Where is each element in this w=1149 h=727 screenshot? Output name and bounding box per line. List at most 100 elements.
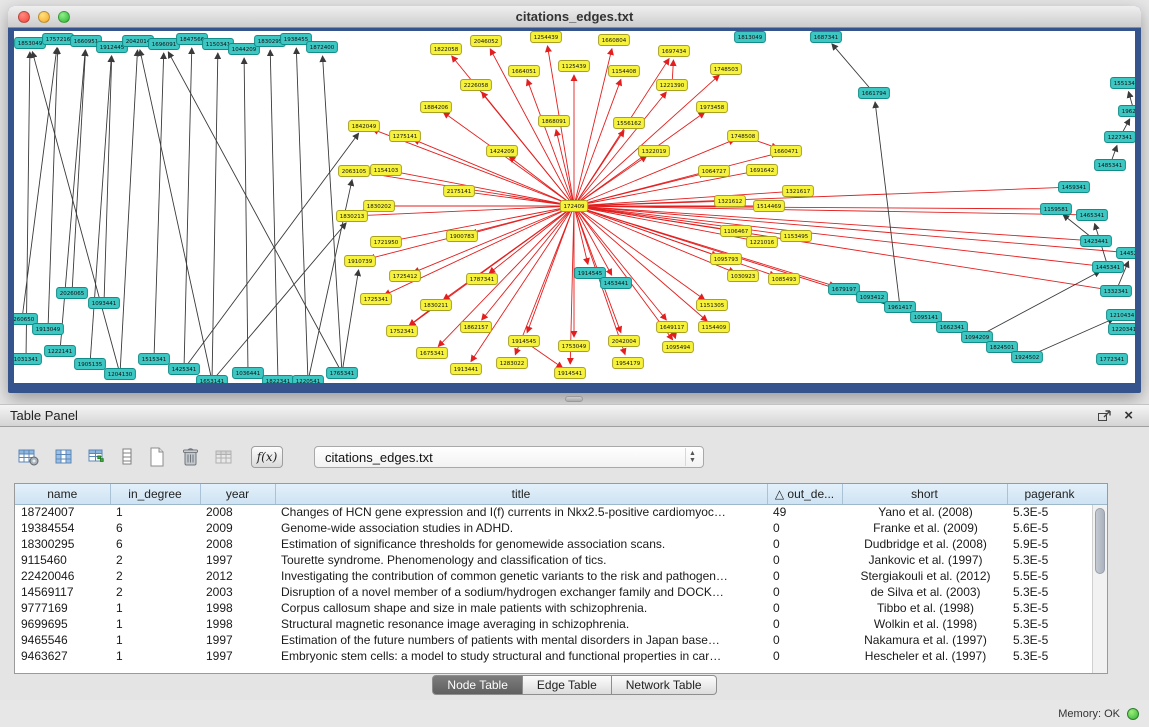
- add-column-button[interactable]: [86, 446, 108, 468]
- graph-node[interactable]: 1868091: [539, 116, 570, 127]
- graph-node[interactable]: 1095141: [911, 312, 942, 323]
- graph-node[interactable]: 1822058: [431, 44, 462, 55]
- table-row[interactable]: 946362711997Embryonic stem cells: a mode…: [15, 648, 1092, 664]
- graph-node[interactable]: 2063105: [339, 166, 370, 177]
- table-select-dropdown[interactable]: citations_edges.txt ▲▼: [314, 446, 704, 468]
- panel-splitter-handle[interactable]: [565, 396, 583, 402]
- table-row[interactable]: 946554611997Estimation of the future num…: [15, 632, 1092, 648]
- graph-node[interactable]: 1725412: [390, 271, 421, 282]
- tab-edge-table[interactable]: Edge Table: [523, 675, 612, 695]
- graph-node[interactable]: 2260650: [14, 314, 37, 325]
- graph-node[interactable]: 1830211: [421, 300, 452, 311]
- select-columns-button[interactable]: [53, 446, 75, 468]
- column-header-year[interactable]: year: [200, 484, 275, 504]
- graph-node[interactable]: 1914545: [509, 336, 540, 347]
- graph-node[interactable]: 1753049: [559, 341, 590, 352]
- graph-node[interactable]: 1905135: [75, 359, 106, 370]
- graph-node[interactable]: 1696091: [149, 39, 180, 50]
- graph-node[interactable]: 1853049: [15, 38, 46, 49]
- graph-node[interactable]: 1093441: [89, 298, 120, 309]
- close-window-button[interactable]: [18, 11, 30, 23]
- graph-node[interactable]: 1151305: [697, 300, 728, 311]
- column-header-short[interactable]: short: [842, 484, 1007, 504]
- table-row[interactable]: 2242004622012Investigating the contribut…: [15, 568, 1092, 584]
- graph-node[interactable]: 1030923: [728, 271, 759, 282]
- function-builder-button[interactable]: f(x): [251, 446, 283, 468]
- graph-node[interactable]: 2226058: [461, 80, 492, 91]
- graph-node[interactable]: 1093412: [857, 292, 888, 303]
- graph-node[interactable]: 1752341: [387, 326, 418, 337]
- graph-node[interactable]: 1153495: [781, 231, 812, 242]
- graph-node[interactable]: 1221390: [657, 80, 688, 91]
- graph-node[interactable]: 1748503: [711, 64, 742, 75]
- graph-node[interactable]: 1453441: [601, 278, 632, 289]
- graph-node[interactable]: 1649117: [657, 322, 688, 333]
- minimize-window-button[interactable]: [38, 11, 50, 23]
- graph-node[interactable]: 1662341: [937, 322, 968, 333]
- graph-node[interactable]: 1154103: [371, 165, 402, 176]
- graph-node[interactable]: 1275141: [390, 131, 421, 142]
- graph-node[interactable]: 1924502: [1012, 352, 1043, 363]
- graph-node[interactable]: 1159581: [1041, 204, 1072, 215]
- float-panel-button[interactable]: [1091, 406, 1118, 426]
- graph-node[interactable]: 1914541: [555, 368, 586, 379]
- graph-node[interactable]: 1660804: [599, 35, 630, 46]
- graph-node[interactable]: 1095793: [711, 254, 742, 265]
- graph-node[interactable]: 1095494: [663, 342, 694, 353]
- graph-node[interactable]: 1465341: [1077, 210, 1108, 221]
- graph-node[interactable]: 1220541: [293, 376, 324, 384]
- graph-node[interactable]: 1862157: [461, 322, 492, 333]
- tab-network-table[interactable]: Network Table: [612, 675, 717, 695]
- close-panel-button[interactable]: ×: [1118, 406, 1139, 426]
- graph-node[interactable]: 1765341: [327, 368, 358, 379]
- graph-node[interactable]: 1697434: [659, 46, 690, 57]
- graph-node[interactable]: 1661794: [859, 88, 890, 99]
- graph-node[interactable]: 1222141: [45, 346, 76, 357]
- graph-node[interactable]: 1220341: [1109, 324, 1135, 335]
- graph-node[interactable]: 1830213: [337, 211, 368, 222]
- rows-button[interactable]: [119, 446, 135, 468]
- graph-node[interactable]: 1884206: [421, 102, 452, 113]
- graph-node[interactable]: 1445209: [1117, 248, 1135, 259]
- graph-node[interactable]: 1813049: [735, 32, 766, 43]
- table-row[interactable]: 1872400712008Changes of HCN gene express…: [15, 504, 1092, 520]
- memory-status-indicator[interactable]: [1127, 708, 1139, 720]
- delete-button[interactable]: [179, 445, 201, 469]
- graph-node[interactable]: 1842049: [349, 121, 380, 132]
- column-header-name[interactable]: name: [15, 484, 110, 504]
- tab-node-table[interactable]: Node Table: [432, 675, 523, 695]
- graph-node[interactable]: 1321617: [783, 186, 814, 197]
- graph-node[interactable]: 1961417: [885, 302, 916, 313]
- graph-node[interactable]: 1772341: [1097, 354, 1128, 365]
- table-row[interactable]: 1938455462009Genome-wide association stu…: [15, 520, 1092, 536]
- graph-node[interactable]: 1664051: [509, 66, 540, 77]
- graph-node[interactable]: 1822341: [263, 376, 294, 384]
- column-header-pagerank[interactable]: pagerank: [1007, 484, 1092, 504]
- graph-node[interactable]: 1910739: [345, 256, 376, 267]
- graph-node[interactable]: 1204130: [105, 369, 136, 380]
- graph-node[interactable]: 1459341: [1059, 182, 1090, 193]
- graph-node[interactable]: 1085493: [769, 274, 800, 285]
- graph-node[interactable]: 1824501: [987, 342, 1018, 353]
- table-row[interactable]: 969969511998Structural magnetic resonanc…: [15, 616, 1092, 632]
- column-header-title[interactable]: title: [275, 484, 767, 504]
- graph-node[interactable]: 1962341: [1119, 106, 1135, 117]
- graph-node[interactable]: 1425341: [169, 364, 200, 375]
- graph-node[interactable]: 1321612: [715, 196, 746, 207]
- zoom-window-button[interactable]: [58, 11, 70, 23]
- graph-node[interactable]: 2046052: [471, 36, 502, 47]
- graph-node[interactable]: 1283022: [497, 358, 528, 369]
- graph-node[interactable]: 1154409: [699, 322, 730, 333]
- graph-node[interactable]: 1914545: [575, 268, 606, 279]
- graph-node[interactable]: 1721950: [371, 237, 402, 248]
- graph-node[interactable]: 1725341: [361, 294, 392, 305]
- column-settings-button[interactable]: [16, 446, 42, 468]
- graph-node[interactable]: 2175141: [444, 186, 475, 197]
- graph-node[interactable]: 1332341: [1101, 286, 1132, 297]
- table-row[interactable]: 911546021997Tourette syndrome. Phenomeno…: [15, 552, 1092, 568]
- table-row[interactable]: 977716911998Corpus callosum shape and si…: [15, 600, 1092, 616]
- graph-node[interactable]: 1424209: [487, 146, 518, 157]
- graph-node[interactable]: 2026065: [57, 288, 88, 299]
- window-titlebar[interactable]: citations_edges.txt: [8, 6, 1141, 28]
- graph-node[interactable]: 1106467: [721, 226, 752, 237]
